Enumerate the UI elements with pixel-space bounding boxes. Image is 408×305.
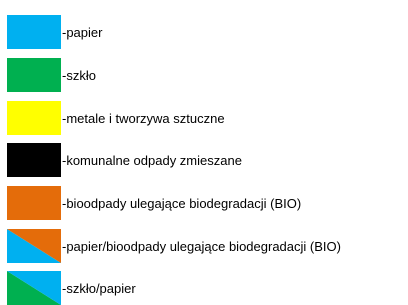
- green-swatch: [7, 58, 61, 92]
- orange-swatch: [7, 186, 61, 220]
- legend-item-metale-tworzywa: -metale i tworzywa sztuczne: [7, 101, 225, 135]
- legend-item-szklo-papier: -szkło/papier: [7, 271, 136, 305]
- blue-orange-diagonal-swatch: [7, 229, 61, 263]
- legend-label-szklo-papier: -szkło/papier: [62, 280, 136, 296]
- legend-item-bioodpady: -bioodpady ulegające biodegradacji (BIO): [7, 186, 301, 220]
- legend-item-odpady-zmieszane: -komunalne odpady zmieszane: [7, 143, 242, 177]
- black-swatch: [7, 143, 61, 177]
- yellow-swatch: [7, 101, 61, 135]
- legend-label-odpady-zmieszane: -komunalne odpady zmieszane: [62, 152, 242, 168]
- legend-label-metale-tworzywa: -metale i tworzywa sztuczne: [62, 110, 225, 126]
- legend-label-papier: -papier: [62, 24, 103, 40]
- legend-label-papier-bioodpady: -papier/bioodpady ulegające biodegradacj…: [62, 238, 341, 254]
- legend-item-szklo: -szkło: [7, 58, 96, 92]
- green-blue-diagonal-swatch: [7, 271, 61, 305]
- legend-label-bioodpady: -bioodpady ulegające biodegradacji (BIO): [62, 195, 302, 211]
- blue-swatch: [7, 15, 61, 49]
- legend-item-papier-bioodpady: -papier/bioodpady ulegające biodegradacj…: [7, 229, 341, 263]
- legend-item-papier: -papier: [7, 15, 102, 49]
- legend-label-szklo: -szkło: [62, 67, 96, 83]
- waste-color-legend: -papier -szkło -metale i tworzywa sztucz…: [0, 0, 408, 305]
